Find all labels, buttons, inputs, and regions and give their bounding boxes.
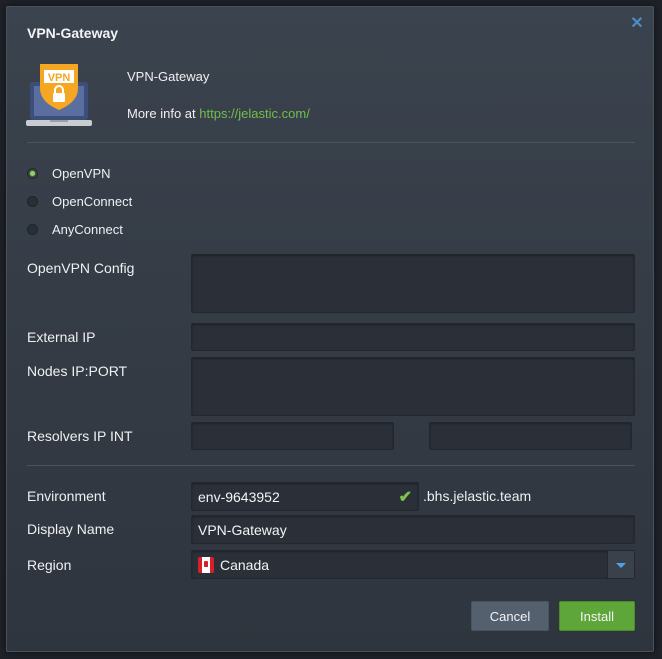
resolvers-ip-input-2[interactable] — [429, 422, 632, 450]
radio-label: OpenVPN — [52, 166, 111, 181]
radio-openconnect[interactable]: OpenConnect — [27, 194, 132, 209]
divider — [27, 465, 635, 466]
openvpn-config-textarea[interactable] — [191, 254, 635, 313]
region-value: Canada — [220, 556, 270, 573]
radio-openvpn[interactable]: OpenVPN — [27, 166, 111, 181]
radio-button-checked[interactable] — [27, 168, 38, 179]
cancel-button[interactable]: Cancel — [471, 601, 549, 631]
vpn-gateway-logo: VPN — [26, 64, 92, 126]
region-label: Region — [27, 557, 72, 573]
external-ip-input[interactable] — [191, 323, 635, 351]
dialog-title: VPN-Gateway — [27, 25, 119, 41]
more-info: More info at https://jelastic.com/ — [127, 106, 310, 121]
external-ip-label: External IP — [27, 329, 96, 345]
nodes-ip-port-label: Nodes IP:PORT — [27, 363, 128, 379]
divider — [27, 142, 635, 143]
canada-flag-icon — [198, 556, 214, 573]
radio-button[interactable] — [27, 224, 38, 235]
more-info-prefix: More info at — [127, 106, 200, 121]
nodes-ip-port-textarea[interactable] — [191, 357, 635, 416]
resolvers-ip-input-1[interactable] — [191, 422, 394, 450]
close-icon[interactable]: ✕ — [629, 16, 645, 32]
region-select[interactable]: Canada — [191, 550, 635, 579]
radio-anyconnect[interactable]: AnyConnect — [27, 222, 123, 237]
radio-button[interactable] — [27, 196, 38, 207]
display-name-input[interactable]: VPN-Gateway — [191, 515, 635, 544]
radio-label: AnyConnect — [52, 222, 123, 237]
environment-value: env-9643952 — [198, 488, 280, 505]
openvpn-config-label: OpenVPN Config — [27, 260, 135, 276]
environment-input[interactable]: env-9643952 ✔ — [191, 482, 419, 511]
environment-label: Environment — [27, 488, 106, 504]
resolvers-ip-int-label: Resolvers IP INT — [27, 428, 133, 444]
chevron-down-icon[interactable] — [607, 551, 634, 578]
more-info-link[interactable]: https://jelastic.com/ — [199, 106, 310, 121]
display-name-label: Display Name — [27, 521, 115, 537]
environment-domain-suffix: .bhs.jelastic.team — [423, 488, 532, 504]
radio-label: OpenConnect — [52, 194, 133, 209]
install-dialog: VPN-Gateway ✕ VPN VPN-Gateway More info … — [6, 6, 654, 652]
app-name: VPN-Gateway — [127, 69, 210, 84]
logo-vpn-text: VPN — [48, 72, 71, 84]
valid-check-icon: ✔ — [398, 488, 412, 506]
install-button[interactable]: Install — [559, 601, 635, 631]
display-name-value: VPN-Gateway — [198, 521, 287, 538]
